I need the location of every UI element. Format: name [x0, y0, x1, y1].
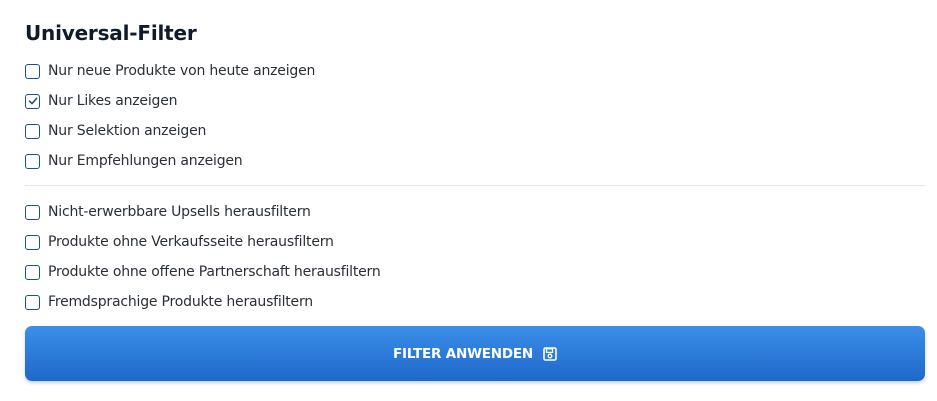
checkbox[interactable] — [25, 204, 40, 220]
filter-no-sales-page[interactable]: Produkte ohne Verkaufsseite herausfilter… — [25, 232, 334, 252]
checkbox[interactable] — [25, 234, 40, 250]
checkbox[interactable] — [25, 93, 40, 109]
apply-filter-button[interactable]: FILTER ANWENDEN — [25, 326, 925, 381]
filter-label: Nur neue Produkte von heute anzeigen — [48, 63, 316, 79]
save-icon — [543, 346, 557, 361]
panel-title: Universal-Filter — [25, 21, 197, 45]
filter-new-today[interactable]: Nur neue Produkte von heute anzeigen — [25, 61, 315, 81]
apply-filter-label: FILTER ANWENDEN — [392, 345, 534, 362]
filter-label: Nur Likes anzeigen — [48, 93, 178, 109]
filter-non-purchasable-upsells[interactable]: Nicht-erwerbbare Upsells herausfiltern — [25, 202, 311, 222]
filter-label: Nicht-erwerbbare Upsells herausfiltern — [48, 204, 311, 220]
filter-label: Produkte ohne Verkaufsseite herausfilter… — [48, 234, 334, 250]
checkbox[interactable] — [25, 63, 40, 79]
filter-label: Nur Empfehlungen anzeigen — [48, 153, 243, 169]
checkbox[interactable] — [25, 264, 40, 280]
filter-label: Produkte ohne offene Partnerschaft herau… — [48, 264, 381, 280]
filter-no-open-partnership[interactable]: Produkte ohne offene Partnerschaft herau… — [25, 262, 381, 282]
universal-filter-panel: Universal-Filter Nur neue Produkte von h… — [25, 0, 925, 401]
filter-foreign-language[interactable]: Fremdsprachige Produkte herausfiltern — [25, 292, 313, 312]
filter-label: Fremdsprachige Produkte herausfiltern — [48, 294, 313, 310]
checkbox[interactable] — [25, 294, 40, 310]
checkbox[interactable] — [25, 153, 40, 169]
filter-selection[interactable]: Nur Selektion anzeigen — [25, 121, 206, 141]
filter-label: Nur Selektion anzeigen — [48, 123, 207, 139]
checkbox[interactable] — [25, 123, 40, 139]
filter-likes[interactable]: Nur Likes anzeigen — [25, 91, 177, 111]
filter-recommendations[interactable]: Nur Empfehlungen anzeigen — [25, 151, 243, 171]
divider — [25, 185, 925, 186]
